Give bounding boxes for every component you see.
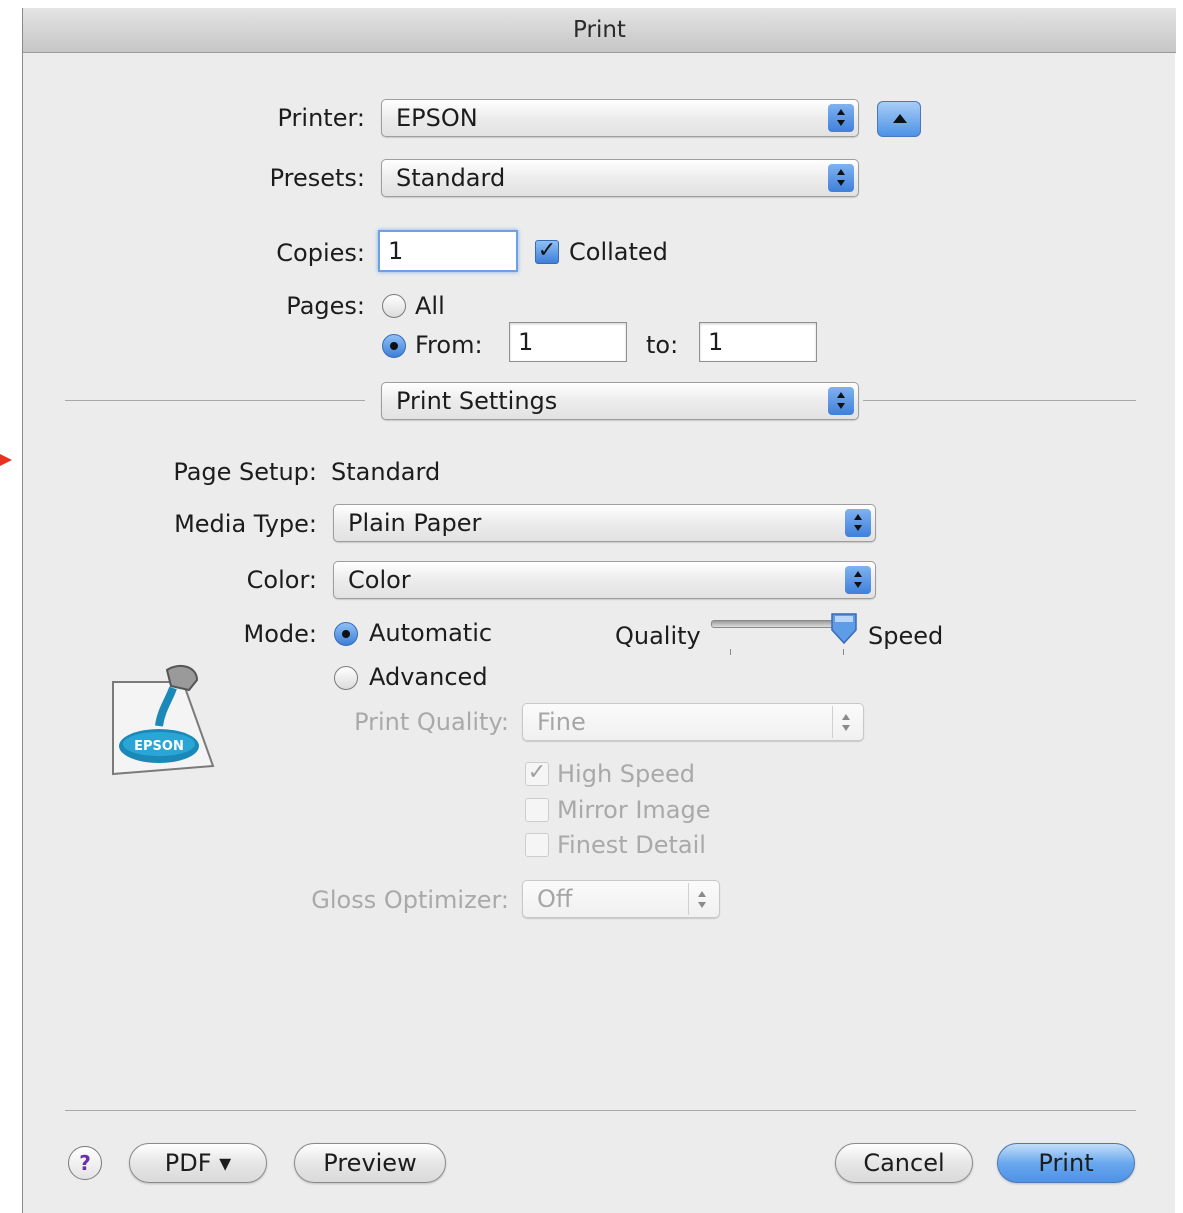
popup-arrows-icon bbox=[845, 509, 871, 537]
pages-to-label: to: bbox=[646, 331, 679, 359]
disclosure-collapse-button[interactable] bbox=[877, 101, 921, 137]
collated-label: Collated bbox=[569, 238, 668, 266]
panel-selector-popup[interactable]: Print Settings bbox=[381, 382, 859, 420]
page-setup-label: Page Setup: bbox=[173, 458, 317, 486]
high-speed-label: High Speed bbox=[557, 760, 696, 788]
presets-popup[interactable]: Standard bbox=[381, 159, 859, 197]
printer-value: EPSON bbox=[396, 104, 478, 132]
mode-automatic-radio[interactable] bbox=[334, 622, 358, 646]
popup-arrows-icon bbox=[828, 104, 854, 132]
pages-to-field[interactable]: 1 bbox=[699, 322, 817, 362]
popup-arrows-icon bbox=[828, 164, 854, 192]
footer-divider bbox=[65, 1110, 1136, 1111]
section-divider bbox=[863, 400, 1136, 401]
help-button[interactable]: ? bbox=[68, 1146, 102, 1180]
quality-speed-slider-thumb[interactable] bbox=[829, 612, 859, 646]
pages-label: Pages: bbox=[286, 292, 365, 320]
annotation-arrow bbox=[0, 452, 12, 466]
print-button[interactable]: Print bbox=[997, 1143, 1135, 1183]
speed-label: Speed bbox=[868, 622, 944, 650]
mirror-image-label: Mirror Image bbox=[557, 796, 711, 824]
print-quality-value: Fine bbox=[537, 708, 586, 736]
print-dialog: Print Printer: EPSON Presets: Standard C… bbox=[22, 8, 1176, 1213]
finest-detail-label: Finest Detail bbox=[557, 831, 706, 859]
page-setup-value: Standard bbox=[331, 458, 441, 486]
printer-popup[interactable]: EPSON bbox=[381, 99, 859, 137]
mirror-image-checkbox[interactable] bbox=[525, 798, 549, 822]
pages-from-radio[interactable] bbox=[382, 334, 406, 358]
popup-arrows-icon bbox=[688, 883, 715, 915]
quality-label: Quality bbox=[615, 622, 701, 650]
popup-arrows-icon bbox=[845, 566, 871, 594]
copies-label: Copies: bbox=[276, 239, 365, 267]
slider-tick bbox=[843, 649, 844, 655]
cancel-button[interactable]: Cancel bbox=[835, 1143, 973, 1183]
media-type-value: Plain Paper bbox=[348, 509, 482, 537]
mode-advanced-label: Advanced bbox=[369, 663, 488, 691]
presets-label: Presets: bbox=[269, 164, 365, 192]
gloss-optimizer-value: Off bbox=[537, 885, 573, 913]
color-value: Color bbox=[348, 566, 411, 594]
high-speed-checkbox[interactable]: ✓ bbox=[525, 762, 549, 786]
printer-label: Printer: bbox=[277, 104, 365, 132]
mode-label: Mode: bbox=[243, 620, 317, 648]
color-popup[interactable]: Color bbox=[333, 561, 876, 599]
mode-automatic-label: Automatic bbox=[369, 619, 493, 647]
media-type-popup[interactable]: Plain Paper bbox=[333, 504, 876, 542]
copies-field[interactable]: 1 bbox=[378, 230, 518, 272]
epson-logo-text: EPSON bbox=[134, 739, 184, 754]
gloss-optimizer-label: Gloss Optimizer: bbox=[311, 886, 509, 914]
pages-all-radio[interactable] bbox=[382, 294, 406, 318]
collated-checkbox[interactable]: ✓ bbox=[535, 240, 559, 264]
quality-speed-slider-track[interactable] bbox=[711, 620, 845, 628]
section-divider bbox=[65, 400, 365, 401]
mode-advanced-radio[interactable] bbox=[334, 666, 358, 690]
popup-arrows-icon bbox=[832, 706, 859, 738]
gloss-optimizer-popup[interactable]: Off bbox=[522, 880, 720, 918]
media-type-label: Media Type: bbox=[174, 510, 317, 538]
color-label: Color: bbox=[246, 566, 317, 594]
popup-arrows-icon bbox=[828, 387, 854, 415]
pages-all-label: All bbox=[415, 292, 445, 320]
panel-selector-value: Print Settings bbox=[396, 387, 558, 415]
pages-from-label: From: bbox=[415, 331, 483, 359]
pdf-menu-button[interactable]: PDF ▾ bbox=[129, 1143, 267, 1183]
slider-tick bbox=[730, 649, 731, 655]
epson-printer-icon: EPSON bbox=[109, 660, 221, 778]
window-title: Print bbox=[23, 8, 1176, 53]
print-quality-popup[interactable]: Fine bbox=[522, 703, 864, 741]
preview-button[interactable]: Preview bbox=[294, 1143, 446, 1183]
pages-from-field[interactable]: 1 bbox=[509, 322, 627, 362]
print-quality-label: Print Quality: bbox=[354, 708, 509, 736]
presets-value: Standard bbox=[396, 164, 506, 192]
finest-detail-checkbox[interactable] bbox=[525, 833, 549, 857]
